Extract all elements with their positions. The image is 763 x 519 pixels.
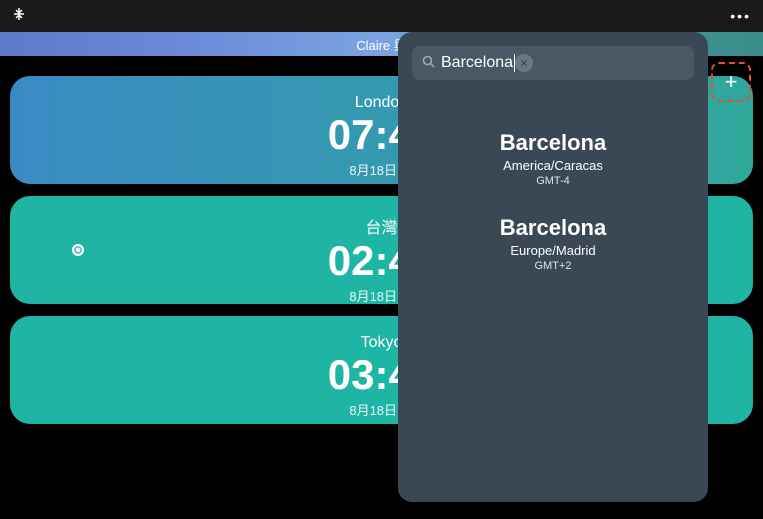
result-offset: GMT-4 xyxy=(412,175,694,187)
city-search-panel: Barcelona ✕ Barcelona America/Caracas GM… xyxy=(398,32,708,502)
result-offset: GMT+2 xyxy=(412,260,694,272)
add-clock-button[interactable]: + xyxy=(711,62,751,102)
result-timezone: Europe/Madrid xyxy=(412,243,694,258)
clear-search-icon[interactable]: ✕ xyxy=(515,54,533,72)
plus-icon: + xyxy=(725,69,738,95)
result-city: Barcelona xyxy=(412,215,694,241)
result-city: Barcelona xyxy=(412,130,694,156)
more-options-icon[interactable]: ••• xyxy=(730,8,751,24)
system-top-bar: ••• xyxy=(0,0,763,32)
home-indicator-icon xyxy=(72,244,84,256)
search-result-item[interactable]: Barcelona Europe/Madrid GMT+2 xyxy=(412,215,694,272)
search-input[interactable]: Barcelona xyxy=(441,54,515,72)
search-icon xyxy=(422,55,435,71)
app-menu-icon[interactable] xyxy=(12,7,26,26)
search-result-item[interactable]: Barcelona America/Caracas GMT-4 xyxy=(412,130,694,187)
result-timezone: America/Caracas xyxy=(412,158,694,173)
search-box[interactable]: Barcelona ✕ xyxy=(412,46,694,80)
